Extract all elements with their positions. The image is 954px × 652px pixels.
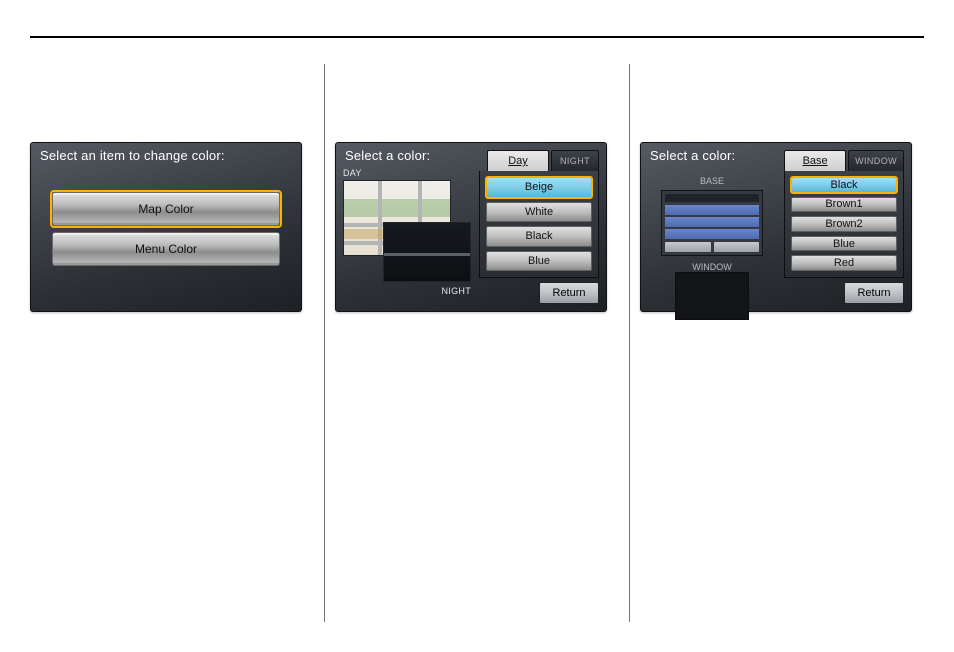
screen-3-menu-previews: BASE WINDOW bbox=[648, 176, 776, 302]
preview-label-window: WINDOW bbox=[648, 262, 776, 272]
screen-2-option-panel: Beige White Black Blue bbox=[479, 171, 599, 278]
item-menu-color[interactable]: Menu Color bbox=[52, 232, 280, 266]
return-label: Return bbox=[857, 287, 890, 299]
return-button[interactable]: Return bbox=[844, 282, 904, 304]
option-label: Brown1 bbox=[825, 198, 862, 210]
option-label: Red bbox=[834, 257, 854, 269]
option-label: Beige bbox=[525, 181, 553, 193]
tab-day[interactable]: Day bbox=[487, 150, 549, 171]
option-label: Black bbox=[831, 179, 858, 191]
item-label: Map Color bbox=[138, 202, 193, 216]
item-map-color[interactable]: Map Color bbox=[52, 192, 280, 226]
screen-3: Select a color: Base WINDOW Black Brown1 bbox=[640, 142, 912, 312]
three-column-layout: Select an item to change color: Map Colo… bbox=[30, 64, 924, 622]
return-label: Return bbox=[552, 287, 585, 299]
option-label: Brown2 bbox=[825, 218, 862, 230]
tab-label: Day bbox=[508, 155, 528, 167]
preview-label-night: NIGHT bbox=[442, 286, 472, 296]
option-beige[interactable]: Beige bbox=[486, 177, 592, 198]
option-black[interactable]: Black bbox=[791, 177, 897, 193]
option-label: Black bbox=[526, 230, 553, 242]
tab-night[interactable]: NIGHT bbox=[551, 150, 599, 171]
menu-preview-header-icon bbox=[665, 194, 759, 202]
column-divider-1 bbox=[324, 64, 325, 622]
preview-map-night bbox=[383, 222, 471, 282]
column-3: Select a color: Base WINDOW Black Brown1 bbox=[640, 64, 924, 622]
screen-2: Select a color: Day NIGHT Beige White bbox=[335, 142, 607, 312]
option-label: White bbox=[525, 206, 553, 218]
tab-label: WINDOW bbox=[855, 156, 897, 166]
screen-2-return-area: Return bbox=[539, 282, 599, 304]
screen-2-tabs: Day NIGHT bbox=[487, 150, 599, 171]
option-label: Blue bbox=[528, 255, 550, 267]
screen-3-tabs: Base WINDOW bbox=[784, 150, 904, 171]
item-label: Menu Color bbox=[135, 242, 197, 256]
option-label: Blue bbox=[833, 238, 855, 250]
menu-preview-row-icon bbox=[665, 229, 759, 239]
menu-preview-row-icon bbox=[665, 217, 759, 227]
option-red[interactable]: Red bbox=[791, 255, 897, 271]
tab-base[interactable]: Base bbox=[784, 150, 846, 171]
screen-1: Select an item to change color: Map Colo… bbox=[30, 142, 302, 312]
option-blue[interactable]: Blue bbox=[486, 251, 592, 272]
screen-1-title: Select an item to change color: bbox=[40, 148, 292, 163]
top-horizontal-rule bbox=[30, 36, 924, 38]
page-root: Select an item to change color: Map Colo… bbox=[0, 0, 954, 652]
column-2: Select a color: Day NIGHT Beige White bbox=[335, 64, 619, 622]
menu-preview-footer-icon bbox=[665, 242, 759, 252]
preview-menu-window bbox=[675, 272, 749, 320]
option-blue[interactable]: Blue bbox=[791, 236, 897, 252]
screen-1-item-list: Map Color Menu Color bbox=[52, 192, 280, 266]
tab-window[interactable]: WINDOW bbox=[848, 150, 904, 171]
column-1: Select an item to change color: Map Colo… bbox=[30, 64, 314, 622]
tab-label: NIGHT bbox=[560, 156, 590, 166]
column-divider-2 bbox=[629, 64, 630, 622]
option-brown1[interactable]: Brown1 bbox=[791, 197, 897, 213]
option-white[interactable]: White bbox=[486, 202, 592, 223]
return-button[interactable]: Return bbox=[539, 282, 599, 304]
option-brown2[interactable]: Brown2 bbox=[791, 216, 897, 232]
screen-3-return-area: Return bbox=[844, 282, 904, 304]
preview-label-base: BASE bbox=[648, 176, 776, 186]
preview-menu-base bbox=[661, 190, 763, 256]
screen-3-option-panel: Black Brown1 Brown2 Blue Red bbox=[784, 171, 904, 278]
menu-preview-row-icon bbox=[665, 205, 759, 215]
screen-2-map-previews: DAY NIGHT bbox=[343, 172, 475, 302]
tab-label: Base bbox=[803, 155, 828, 167]
map-road-icon bbox=[378, 181, 382, 255]
option-black[interactable]: Black bbox=[486, 226, 592, 247]
preview-label-day: DAY bbox=[343, 168, 362, 178]
